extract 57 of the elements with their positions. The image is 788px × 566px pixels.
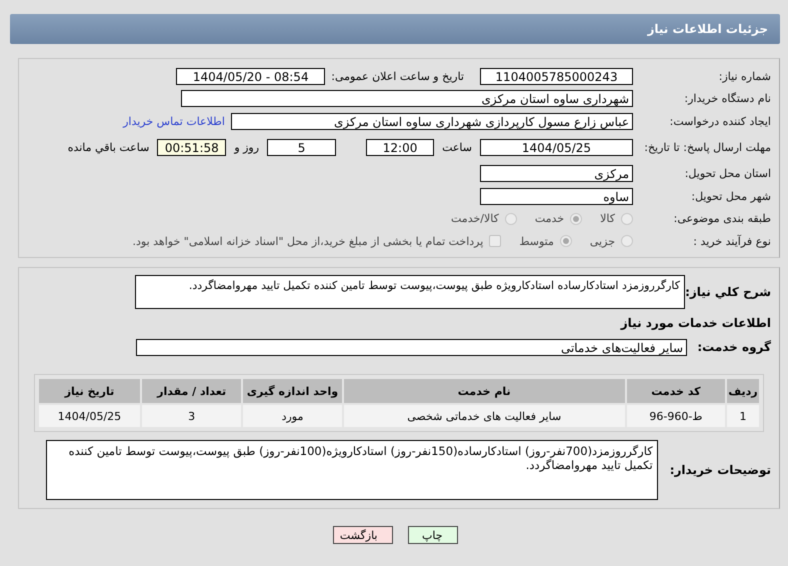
- province-field: مرکزی: [480, 165, 633, 182]
- radio-label: جزیی: [590, 234, 615, 248]
- column-header: تعداد / مقدار: [142, 379, 242, 403]
- section-heading: اطلاعات خدمات مورد نیاز: [620, 314, 771, 332]
- radio-label: خدمت: [534, 212, 564, 226]
- field-label: شهر محل تحویل:: [690, 190, 771, 203]
- buyer-contact-link[interactable]: اطلاعات تماس خریدار: [123, 114, 225, 128]
- days-label: روز و: [232, 141, 260, 154]
- field-label: شماره نیاز:: [718, 70, 771, 83]
- table-cell: 3: [142, 405, 242, 427]
- radio-label: کالا/خدمت: [451, 212, 499, 226]
- field-label: شرح کلي نیاز:: [687, 284, 771, 298]
- field-label: توضیحات خریدار:: [668, 463, 771, 477]
- radio-label: کالا: [600, 212, 615, 226]
- field-label: تاریخ و ساعت اعلان عمومی:: [330, 70, 465, 83]
- print-button[interactable]: چاپ: [408, 526, 458, 544]
- buyer-field: شهرداری ساوه استان مرکزی: [181, 90, 633, 108]
- buyer-notes-textarea[interactable]: کارگرروزمزد(700نفر-روز) استادکارساده(150نفر-روز) استادکارویژه(100نفر-روز) طبق پیوست،پیوست توسط تامین کننده تکمیل تایید مهروامضاگردد.: [46, 440, 658, 500]
- service-group-field: سایر فعالیت‌های خدماتی: [136, 338, 687, 356]
- table-cell: ط-960-96: [626, 405, 726, 427]
- time-label: ساعت: [441, 141, 473, 154]
- field-label: طبقه بندی موضوعی:: [672, 212, 771, 226]
- page-title: جزئیات اطلاعات نیاز: [647, 22, 768, 36]
- radio-button[interactable]: [621, 212, 633, 225]
- column-header: کد خدمت: [626, 379, 726, 403]
- city-field: ساوه: [480, 188, 633, 205]
- radio-button[interactable]: [504, 212, 517, 225]
- field-label: گروه خدمت:: [696, 340, 771, 354]
- deadline-time-field: 12:00: [366, 139, 434, 156]
- column-header: نام خدمت: [344, 379, 625, 403]
- checkbox[interactable]: [489, 235, 502, 248]
- radio-button[interactable]: [570, 212, 582, 225]
- field-label: ایجاد کننده درخواست:: [668, 114, 771, 128]
- field-label: نام دستگاه خریدار:: [683, 92, 771, 106]
- field-label: استان محل تحویل:: [684, 167, 771, 180]
- days-field: 5: [267, 139, 336, 156]
- radio-button[interactable]: [560, 235, 572, 248]
- checkbox-label: پرداخت تمام یا بخشی از مبلغ خرید،از محل "اسناد خزانه اسلامی" خواهد بود.: [132, 234, 484, 248]
- remaining-time-field: 00:51:58: [157, 139, 226, 156]
- column-header: واحد اندازه گیری: [243, 379, 342, 403]
- field-label: نوع فرآیند خرید :: [692, 234, 771, 248]
- table-cell: 1: [727, 405, 759, 427]
- remaining-label: ساعت باقي مانده: [66, 141, 150, 154]
- summary-textarea[interactable]: کارگرروزمزد استادکارساده استادکارویژه طبق پیوست،پیوست توسط تامین کننده تکمیل تایید مهروامضاگردد.: [135, 274, 685, 308]
- table-cell: مورد: [243, 405, 342, 427]
- back-button[interactable]: بازگشت: [332, 526, 392, 544]
- column-header: ردیف: [727, 379, 759, 403]
- table-cell: سایر فعالیت های خدماتی شخصی: [344, 405, 625, 427]
- radio-label: متوسط: [519, 234, 554, 248]
- need-number-field: 1104005785000243: [480, 68, 633, 85]
- announce-date-field: 1404/05/20 - 08:54: [176, 68, 326, 85]
- field-label: مهلت ارسال پاسخ: تا تاریخ:: [643, 140, 771, 154]
- table-cell: 1404/05/25: [39, 405, 140, 427]
- column-header: تاریخ نیاز: [39, 379, 140, 403]
- creator-field: عباس زارع مسول کارپردازی شهرداری ساوه استان مرکزی: [231, 112, 633, 130]
- deadline-date-field: 1404/05/25: [480, 139, 633, 156]
- radio-button[interactable]: [621, 235, 633, 248]
